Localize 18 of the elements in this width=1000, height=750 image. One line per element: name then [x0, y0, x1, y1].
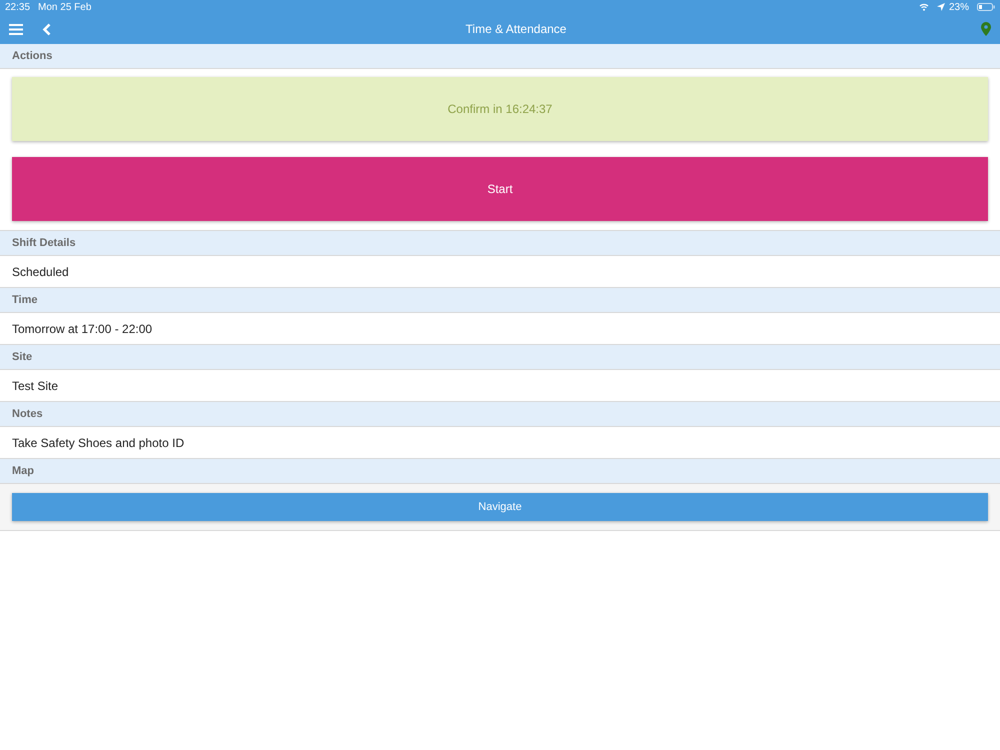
- navigate-button[interactable]: Navigate: [12, 493, 988, 521]
- status-time: 22:35: [5, 0, 30, 14]
- nav-title: Time & Attendance: [466, 21, 566, 38]
- section-header: Actions: [0, 44, 1000, 69]
- section-header: Map: [0, 459, 1000, 484]
- section-header: Time: [0, 288, 1000, 313]
- start-button[interactable]: Start: [12, 157, 988, 221]
- battery-icon: [977, 3, 995, 11]
- section-header: Shift Details: [0, 231, 1000, 256]
- menu-icon[interactable]: [9, 24, 23, 34]
- section-header: Site: [0, 345, 1000, 370]
- map-pin-icon[interactable]: [981, 22, 991, 36]
- back-icon[interactable]: [42, 22, 51, 36]
- section-header: Notes: [0, 402, 1000, 427]
- location-arrow-icon: [936, 3, 945, 11]
- battery-percent: 23%: [948, 0, 969, 14]
- status-date: Mon 25 Feb: [38, 0, 92, 14]
- wifi-icon: [918, 3, 929, 11]
